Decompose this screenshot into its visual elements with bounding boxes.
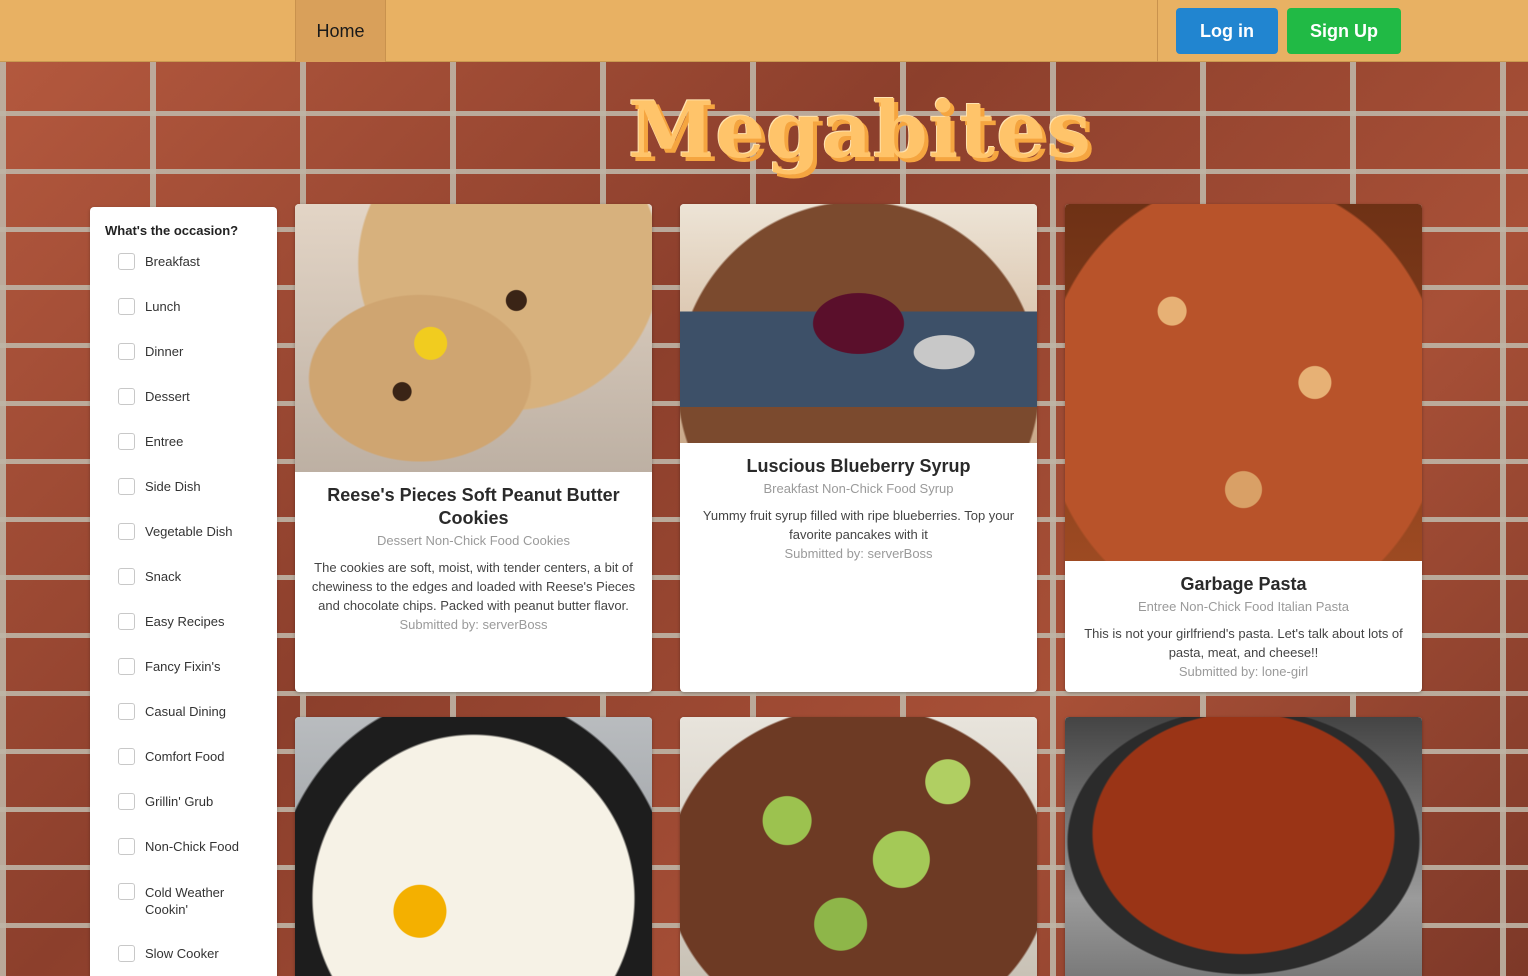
filter-label: Cold Weather Cookin' (145, 885, 225, 917)
filter-label: Vegetable Dish (145, 524, 233, 539)
recipe-tags: Dessert Non-Chick Food Cookies (377, 533, 570, 548)
recipe-tags: Entree Non-Chick Food Italian Pasta (1138, 599, 1349, 614)
recipe-card-chili[interactable] (1065, 717, 1422, 976)
site-logo[interactable]: Megabites (600, 80, 1120, 180)
checkbox[interactable] (118, 253, 135, 270)
recipe-card-mashed-potatoes[interactable] (295, 717, 652, 976)
filter-label: Fancy Fixin's (145, 659, 221, 674)
recipe-card-blueberry-syrup[interactable]: Luscious Blueberry Syrup Breakfast Non-C… (680, 204, 1037, 692)
signup-button[interactable]: Sign Up (1287, 8, 1401, 54)
recipe-card-garbage-pasta[interactable]: Garbage Pasta Entree Non-Chick Food Ital… (1065, 204, 1422, 692)
filter-label: Snack (145, 569, 182, 584)
checkbox[interactable] (118, 613, 135, 630)
filter-item-cold-weather-cookin[interactable]: Cold Weather Cookin' (118, 883, 238, 918)
filter-item-casual-dining[interactable]: Casual Dining (118, 703, 268, 720)
filter-item-entree[interactable]: Entree (118, 433, 268, 450)
recipe-card-brussels-sprouts[interactable] (680, 717, 1037, 976)
checkbox[interactable] (118, 388, 135, 405)
recipe-title[interactable]: Garbage Pasta (1079, 573, 1408, 596)
recipe-image-chili[interactable] (1065, 717, 1422, 976)
checkbox[interactable] (118, 838, 135, 855)
filter-label: Comfort Food (145, 749, 225, 764)
recipe-submitted-by: Submitted by: serverBoss (399, 617, 548, 632)
filter-item-dinner[interactable]: Dinner (118, 343, 268, 360)
filter-item-non-chick-food[interactable]: Non-Chick Food (118, 838, 268, 855)
logo-text: Megabites (628, 84, 1092, 176)
checkbox[interactable] (118, 568, 135, 585)
filter-item-easy-recipes[interactable]: Easy Recipes (118, 613, 268, 630)
checkbox[interactable] (118, 793, 135, 810)
filter-item-snack[interactable]: Snack (118, 568, 268, 585)
recipe-description: The cookies are soft, moist, with tender… (311, 560, 636, 613)
filter-label: Breakfast (145, 254, 200, 269)
filter-item-side-dish[interactable]: Side Dish (118, 478, 268, 495)
recipe-submitted-by: Submitted by: serverBoss (784, 546, 933, 561)
checkbox[interactable] (118, 658, 135, 675)
filter-label: Easy Recipes (145, 614, 225, 629)
recipe-tags: Breakfast Non-Chick Food Syrup (763, 481, 954, 496)
recipe-image-potatoes[interactable] (295, 717, 652, 976)
checkbox[interactable] (118, 748, 135, 765)
recipe-image-pasta[interactable] (1065, 204, 1422, 561)
checkbox[interactable] (118, 703, 135, 720)
recipe-title[interactable]: Reese's Pieces Soft Peanut Butter Cookie… (309, 484, 638, 530)
filter-label: Dessert (145, 389, 190, 404)
filter-label: Side Dish (145, 479, 201, 494)
checkbox[interactable] (118, 523, 135, 540)
filter-item-slow-cooker[interactable]: Slow Cooker (118, 945, 268, 962)
nav-divider (1157, 0, 1158, 62)
filter-label: Entree (145, 434, 184, 449)
filter-item-dessert[interactable]: Dessert (118, 388, 268, 405)
recipe-submitted-by: Submitted by: lone-girl (1178, 664, 1309, 679)
filter-item-fancy-fixins[interactable]: Fancy Fixin's (118, 658, 268, 675)
checkbox[interactable] (118, 433, 135, 450)
recipe-title[interactable]: Luscious Blueberry Syrup (694, 455, 1023, 478)
filter-item-breakfast[interactable]: Breakfast (118, 253, 268, 270)
filter-item-vegetable-dish[interactable]: Vegetable Dish (118, 523, 268, 540)
checkbox[interactable] (118, 298, 135, 315)
filter-title: What's the occasion? (105, 223, 239, 238)
filter-label: Casual Dining (145, 704, 226, 719)
login-button[interactable]: Log in (1176, 8, 1278, 54)
filter-label: Non-Chick Food (145, 839, 239, 854)
occasion-filter-panel: What's the occasion? Breakfast Lunch Din… (90, 207, 277, 976)
recipe-description: This is not your girlfriend's pasta. Let… (1084, 626, 1403, 660)
recipe-image-syrup[interactable] (680, 204, 1037, 443)
checkbox[interactable] (118, 478, 135, 495)
filter-label: Dinner (145, 344, 184, 359)
recipe-image-cookies[interactable] (295, 204, 652, 472)
recipe-card-cookies[interactable]: Reese's Pieces Soft Peanut Butter Cookie… (295, 204, 652, 692)
filter-item-comfort-food[interactable]: Comfort Food (118, 748, 268, 765)
checkbox[interactable] (118, 343, 135, 360)
filter-item-lunch[interactable]: Lunch (118, 298, 268, 315)
recipe-description: Yummy fruit syrup filled with ripe blueb… (702, 508, 1015, 542)
checkbox[interactable] (118, 883, 135, 900)
navbar: Home Log in Sign Up (0, 0, 1528, 62)
checkbox[interactable] (118, 945, 135, 962)
filter-label: Slow Cooker (145, 946, 219, 961)
recipe-image-sprouts[interactable] (680, 717, 1037, 976)
filter-item-grillin-grub[interactable]: Grillin' Grub (118, 793, 268, 810)
filter-label: Lunch (145, 299, 181, 314)
filter-label: Grillin' Grub (145, 794, 214, 809)
nav-home-link[interactable]: Home (295, 0, 386, 62)
